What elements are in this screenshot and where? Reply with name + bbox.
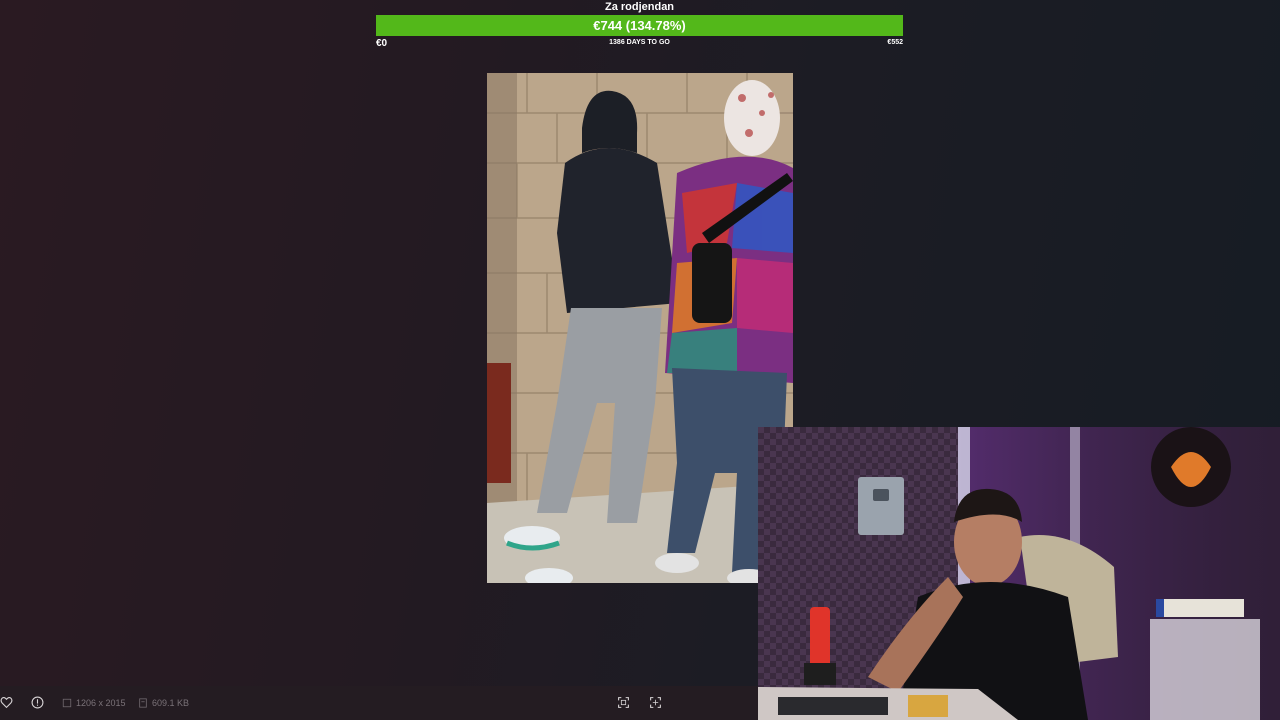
donation-goal-widget: Za rodjendan €744 (134.78%) €0 1386 DAYS… xyxy=(376,0,903,49)
fit-screen-button[interactable] xyxy=(617,696,630,709)
dimensions-text: 1206 x 2015 xyxy=(76,698,126,708)
streamer-webcam xyxy=(758,427,1280,720)
viewed-photo[interactable] xyxy=(487,73,793,583)
image-file-size: 609.1 KB xyxy=(138,698,189,708)
fullscreen-icon xyxy=(650,697,661,708)
info-icon xyxy=(31,696,44,709)
photo-illustration xyxy=(487,73,793,583)
goal-max-label: €552 xyxy=(887,39,903,46)
goal-title: Za rodjendan xyxy=(604,1,675,13)
fullscreen-button[interactable] xyxy=(649,696,662,709)
fit-screen-icon xyxy=(618,697,629,708)
favorite-button[interactable] xyxy=(0,696,13,709)
file-size-text: 609.1 KB xyxy=(152,698,190,708)
image-size-icon xyxy=(62,698,72,708)
goal-progress-bar: €744 (134.78%) xyxy=(376,15,903,36)
goal-days-remaining: 1386 DAYS TO GO xyxy=(609,39,670,46)
info-button[interactable] xyxy=(31,696,44,709)
webcam-scene xyxy=(758,427,1280,720)
file-size-icon xyxy=(139,698,147,708)
heart-icon xyxy=(0,697,13,709)
goal-amount: €744 (134.78%) xyxy=(593,18,686,33)
image-viewer-toolbar: 1206 x 2015 609.1 KB xyxy=(0,686,758,720)
image-dimensions: 1206 x 2015 xyxy=(62,698,126,708)
